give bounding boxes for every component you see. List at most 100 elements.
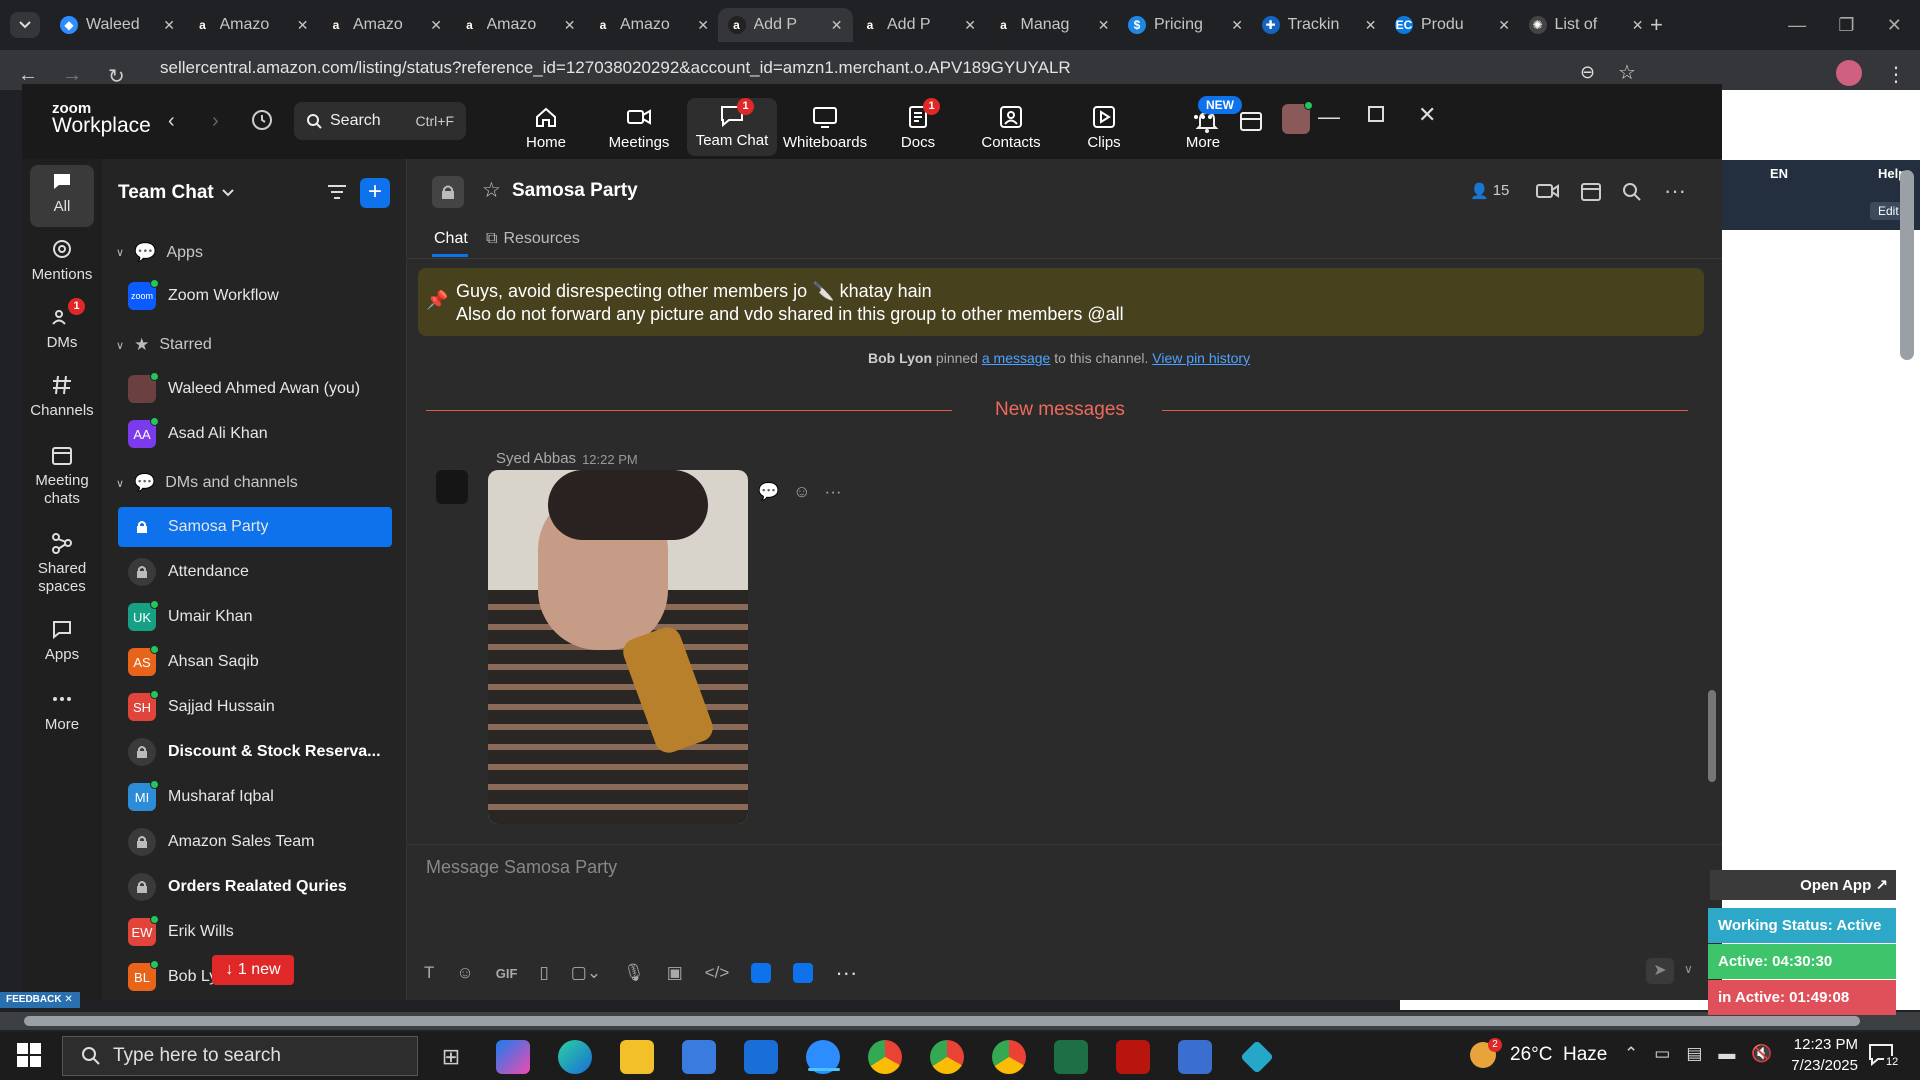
browser-tab[interactable]: a Amazo ✕ <box>317 8 452 42</box>
microphone-icon[interactable]: 🎙 <box>623 963 645 983</box>
nav-docs[interactable]: Docs 1 <box>873 98 963 151</box>
section-starred[interactable]: ∨ ★ Starred <box>116 335 212 355</box>
sidebar-item[interactable]: zoom Zoom Workflow <box>118 276 392 316</box>
team-chat-title[interactable]: Team Chat <box>118 182 234 204</box>
tab-close-icon[interactable]: ✕ <box>1365 17 1377 34</box>
tab-chat[interactable]: Chat <box>434 230 468 248</box>
text-format-icon[interactable]: T <box>424 963 434 983</box>
tab-close-icon[interactable]: ✕ <box>1098 17 1110 34</box>
channel-name[interactable]: Samosa Party <box>512 180 638 202</box>
user-avatar[interactable] <box>1282 101 1313 134</box>
volume-muted-icon[interactable]: 🔇 <box>1751 1044 1772 1064</box>
profile-avatar[interactable] <box>1836 60 1862 86</box>
tab-close-icon[interactable]: ✕ <box>1498 17 1510 34</box>
file-explorer-icon[interactable] <box>620 1040 654 1074</box>
store-icon[interactable] <box>682 1040 716 1074</box>
browser-tab[interactable]: ✺ List of ✕ <box>1519 8 1654 42</box>
browser-menu-icon[interactable]: ⋮ <box>1886 62 1906 87</box>
tab-close-icon[interactable]: ✕ <box>297 17 309 34</box>
zoom-maximize-icon[interactable] <box>1368 106 1384 122</box>
meeting-app-icon[interactable] <box>793 963 814 983</box>
channel-search-icon[interactable] <box>1622 182 1642 202</box>
message-sender[interactable]: Syed Abbas <box>496 450 576 467</box>
tab-close-icon[interactable]: ✕ <box>564 17 576 34</box>
weather-text[interactable]: 26°C Haze <box>1510 1044 1607 1066</box>
zoom-app-icon[interactable] <box>751 963 772 983</box>
device-icon[interactable]: ▤ <box>1686 1044 1702 1064</box>
browser-tab[interactable]: $ Pricing ✕ <box>1118 8 1253 42</box>
nav-contacts[interactable]: Contacts <box>966 104 1056 151</box>
nav-more[interactable]: More NEW <box>1158 96 1248 151</box>
close-icon[interactable]: ✕ <box>1887 15 1902 36</box>
browser-tab[interactable]: ✚ Trackin ✕ <box>1252 8 1387 42</box>
nav-clips[interactable]: Clips <box>1059 104 1149 151</box>
sidebar-item[interactable]: AA Asad Ali Khan <box>118 414 392 454</box>
sidebar-item[interactable]: AS Ahsan Saqib <box>118 642 392 682</box>
sidebar-item[interactable]: SH Sajjad Hussain <box>118 687 392 727</box>
zoom-forward-icon[interactable]: › <box>212 110 219 133</box>
new-messages-pill[interactable]: ↓ 1 new <box>212 955 294 985</box>
task-view-icon[interactable]: ⊞ <box>434 1040 468 1074</box>
member-count[interactable]: 👤 15 <box>1470 182 1509 200</box>
tab-close-icon[interactable]: ✕ <box>1632 17 1644 34</box>
left-rail-dms[interactable]: DMs 1 <box>22 298 102 352</box>
file-icon[interactable]: ▯ <box>539 963 548 983</box>
restore-icon[interactable]: ❐ <box>1838 15 1854 36</box>
open-app-button[interactable]: Open App ↗ <box>1710 870 1896 900</box>
browser-tab[interactable]: a Add P ✕ <box>851 8 986 42</box>
sidebar-item[interactable]: UK Umair Khan <box>118 597 392 637</box>
feedback-button[interactable]: FEEDBACK ✕ <box>0 992 80 1008</box>
code-icon[interactable]: </> <box>705 963 730 983</box>
sidebar-item[interactable]: EW Erik Wills <box>118 912 392 952</box>
message-image[interactable] <box>488 470 748 824</box>
left-rail-mentions[interactable]: Mentions <box>22 238 102 284</box>
zoom-lens-icon[interactable]: ⊖ <box>1580 62 1595 83</box>
horizontal-scrollbar[interactable] <box>24 1016 1860 1026</box>
filezilla-icon[interactable] <box>1116 1040 1150 1074</box>
channel-more-icon[interactable]: ··· <box>1664 178 1686 204</box>
network-icon[interactable]: ▭ <box>1654 1044 1670 1064</box>
left-rail-more[interactable]: More <box>22 688 102 734</box>
left-rail-channels[interactable]: Channels <box>22 374 102 420</box>
sender-avatar[interactable] <box>436 470 468 504</box>
reply-icon[interactable]: 💬 <box>758 482 779 502</box>
browser-tab[interactable]: a Manag ✕ <box>985 8 1120 42</box>
sidebar-item[interactable]: MI Musharaf Iqbal <box>118 777 392 817</box>
sidebar-item[interactable]: Waleed Ahmed Awan (you) <box>118 369 392 409</box>
chrome-icon[interactable] <box>868 1040 902 1074</box>
calculator-icon[interactable] <box>1178 1040 1212 1074</box>
left-rail-all[interactable]: All <box>22 170 102 216</box>
browser-tab[interactable]: ◆ Waleed ✕ <box>50 8 185 42</box>
tab-close-icon[interactable]: ✕ <box>697 17 709 34</box>
sidebar-item[interactable]: Orders Realated Quries <box>118 867 392 907</box>
battery-icon[interactable]: ▬ <box>1718 1044 1735 1064</box>
chrome-second-icon[interactable] <box>992 1040 1026 1074</box>
screenshot-icon[interactable]: ▢⌄ <box>571 963 601 983</box>
filter-icon[interactable] <box>326 182 348 202</box>
page-scrollbar[interactable] <box>1900 170 1914 360</box>
sidebar-item[interactable]: Amazon Sales Team <box>118 822 392 862</box>
new-tab-button[interactable]: + <box>1650 12 1663 38</box>
left-rail-apps[interactable]: Apps <box>22 618 102 664</box>
gif-button[interactable]: GIF <box>496 966 518 981</box>
edge-icon[interactable] <box>558 1040 592 1074</box>
pin-link[interactable]: a message <box>982 350 1050 366</box>
taskbar-search[interactable]: Type here to search <box>62 1036 418 1076</box>
copilot-icon[interactable] <box>496 1040 530 1074</box>
nav-whiteboard[interactable]: Whiteboards <box>780 104 870 151</box>
browser-tab[interactable]: a Amazo ✕ <box>184 8 319 42</box>
pinned-message-banner[interactable]: 📌 Guys, avoid disrespecting other member… <box>418 268 1704 336</box>
windows-start-icon[interactable] <box>16 1042 42 1068</box>
chevron-up-icon[interactable]: ⌃ <box>1624 1044 1638 1064</box>
page-lang[interactable]: EN <box>1770 166 1788 181</box>
tab-close-icon[interactable]: ✕ <box>163 17 175 34</box>
emoji-icon[interactable]: ☺ <box>456 963 473 983</box>
url-text[interactable]: sellercentral.amazon.com/listing/status?… <box>160 58 1071 78</box>
history-icon[interactable] <box>250 108 274 132</box>
tab-resources[interactable]: ⧉ Resources <box>486 230 580 248</box>
video-call-icon[interactable] <box>1536 182 1560 200</box>
clock[interactable]: 12:23 PM 7/23/2025 <box>1788 1034 1858 1076</box>
send-icon[interactable]: ➤ <box>1646 958 1674 984</box>
nav-chat-bubble[interactable]: Team Chat 1 <box>687 98 777 156</box>
video-message-icon[interactable]: ▣ <box>667 963 683 983</box>
